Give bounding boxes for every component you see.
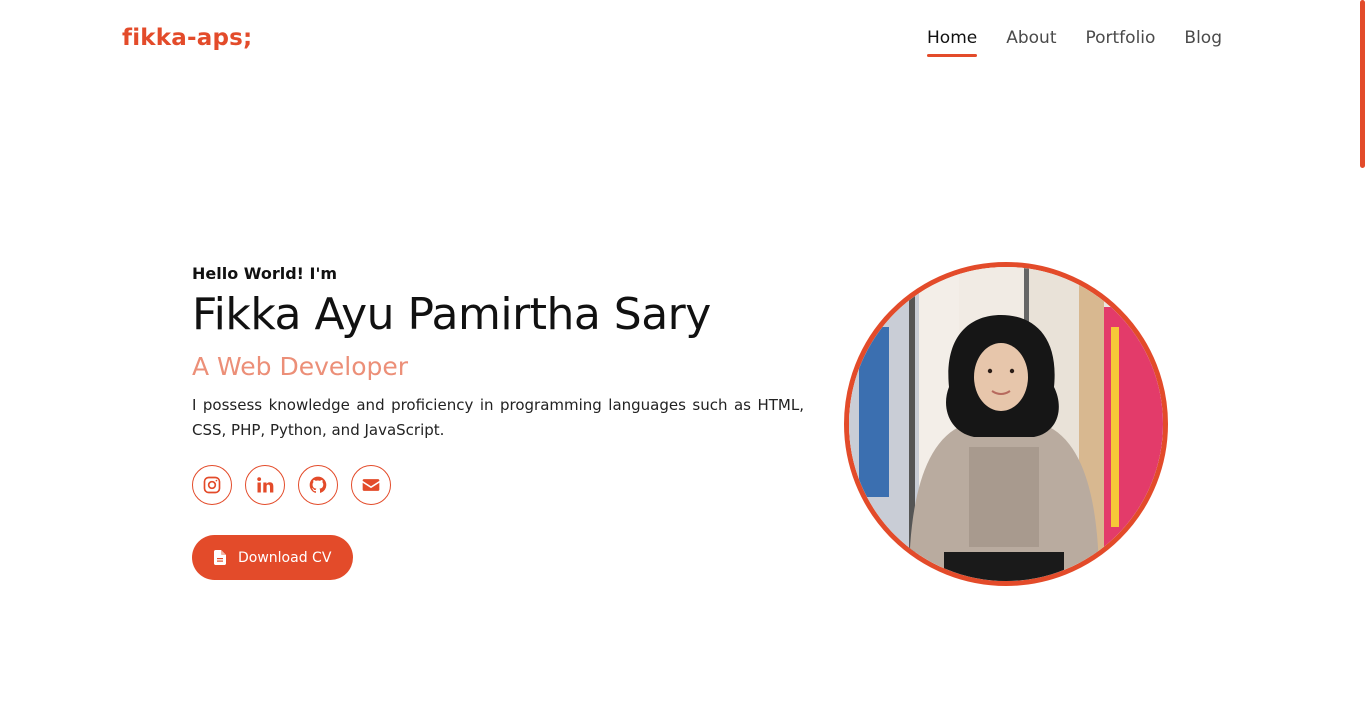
github-icon [309, 476, 327, 493]
github-link[interactable] [298, 465, 338, 505]
site-logo[interactable]: fikka-aps; [122, 25, 252, 51]
hero-description: I possess knowledge and proficiency in p… [192, 396, 804, 439]
download-cv-button[interactable]: Download CV [192, 535, 354, 580]
profile-photo [844, 262, 1168, 586]
file-icon [214, 550, 226, 565]
instagram-icon [203, 476, 221, 494]
hero-role: A Web Developer [192, 352, 409, 381]
social-links [192, 465, 804, 505]
page: fikka-aps; Home About Portfolio Blog Hel… [0, 0, 1365, 727]
linkedin-icon [257, 477, 274, 493]
email-link[interactable] [351, 465, 391, 505]
hero-intro: Hello World! I'm Fikka Ayu Pamirtha Sary… [192, 264, 804, 580]
nav-home[interactable]: Home [927, 28, 978, 57]
instagram-link[interactable] [192, 465, 232, 505]
hero-greeting: Hello World! I'm [192, 264, 338, 283]
main-nav: Home About Portfolio Blog [927, 28, 1222, 57]
profile-photo-illustration [849, 267, 1163, 581]
nav-about[interactable]: About [1006, 28, 1056, 54]
nav-portfolio[interactable]: Portfolio [1085, 28, 1155, 54]
hero-name: Fikka Ayu Pamirtha Sary [192, 289, 711, 340]
envelope-icon [362, 479, 380, 491]
nav-blog[interactable]: Blog [1184, 28, 1222, 54]
download-cv-label: Download CV [238, 549, 332, 566]
site-header: fikka-aps; Home About Portfolio Blog [0, 0, 1365, 80]
linkedin-link[interactable] [245, 465, 285, 505]
